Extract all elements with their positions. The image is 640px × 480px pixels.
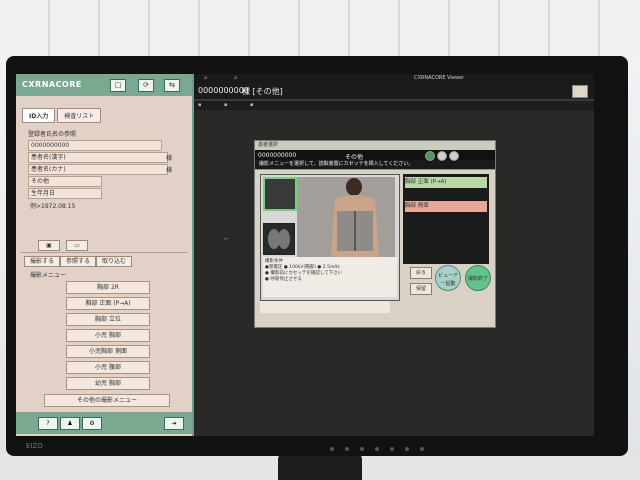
back-button[interactable]: 戻る bbox=[410, 267, 432, 279]
menu-item[interactable]: 胸部 2R bbox=[66, 281, 150, 294]
help-icon[interactable]: ? bbox=[38, 417, 58, 430]
shooting-dialog: 患者選択 0000000000 その他 撮影メニューを選択して、読取装置にカセッ… bbox=[254, 140, 496, 328]
tab-exam-list[interactable]: 検査リスト bbox=[57, 108, 102, 123]
dob-example: 例>1972.08.15 bbox=[30, 203, 76, 210]
settings-icon[interactable]: ⚙ bbox=[82, 417, 102, 430]
monitor-brand: EIZO bbox=[26, 442, 43, 450]
window-blinds bbox=[0, 0, 640, 56]
sama-label-1: 様 bbox=[166, 155, 173, 162]
status-dot-icon bbox=[425, 151, 435, 161]
menu-item[interactable]: 小児胸部 側面 bbox=[66, 345, 150, 358]
left-panel: CXRNACORE □ ⟳ ⇆ ID入力 検査リスト 登録者氏名の参照 0000… bbox=[16, 74, 194, 436]
selected-exams: 胸部 正面 (P→A) 胸部 側面 bbox=[403, 174, 489, 264]
dialog-title: 患者選択 bbox=[255, 141, 495, 150]
refresh-icon[interactable]: ⟳ bbox=[138, 79, 154, 92]
section-label: 登録者氏名の参照 bbox=[28, 131, 77, 138]
menu-item[interactable]: 胸部 立位 bbox=[66, 313, 150, 326]
patient-suffix: 様 [その他] bbox=[242, 87, 283, 96]
toolbar-item[interactable]: ▪ bbox=[224, 102, 227, 108]
status-dot-icon bbox=[437, 151, 447, 161]
exit-icon[interactable]: ⇥ bbox=[164, 417, 184, 430]
monitor-icon[interactable]: □ bbox=[110, 79, 126, 92]
toolbar-item[interactable]: ▪ bbox=[198, 102, 201, 108]
cursor-icon: ⌐ bbox=[224, 236, 230, 243]
status-dot-icon bbox=[449, 151, 459, 161]
dialog-message: 撮影メニューを選択して、読取装置にカセッテを挿入してください。 bbox=[255, 160, 495, 170]
dialog-toolbar bbox=[260, 301, 390, 313]
left-panel-footer: ? ♟ ⚙ ⇥ bbox=[16, 412, 192, 434]
left-tabs: ID入力 検査リスト bbox=[22, 108, 102, 123]
patient-bar: 0000000000 様 [その他] bbox=[194, 83, 594, 101]
top-menu-item[interactable]: ▫ bbox=[234, 75, 237, 81]
tab-import[interactable]: 取り込む bbox=[96, 256, 132, 267]
switch-icon[interactable]: ⇆ bbox=[164, 79, 180, 92]
screen: CXRNACORE □ ⟳ ⇆ ID入力 検査リスト 登録者氏名の参照 0000… bbox=[16, 74, 594, 436]
dob-field[interactable]: 生年月日 bbox=[28, 188, 102, 199]
top-menu-item[interactable]: ▫ bbox=[204, 75, 207, 81]
id-card-button[interactable]: ▣ bbox=[38, 240, 60, 251]
tool-icon[interactable] bbox=[572, 85, 588, 98]
image-pane: 撮影条件 ●管電圧 ● 100kV(胸部) ● 2.5mAs ● 撮影前にカセッ… bbox=[260, 174, 400, 301]
dialog-patient-bar: 0000000000 その他 bbox=[255, 150, 495, 161]
toolbar: ▪ ▪ ▪ bbox=[194, 101, 594, 110]
selected-exam-item[interactable]: 胸部 正面 (P→A) bbox=[405, 177, 487, 188]
selected-exam-item[interactable]: 胸部 側面 bbox=[405, 201, 487, 212]
tab-shoot[interactable]: 撮影する bbox=[24, 256, 60, 267]
other-select[interactable]: その他 bbox=[28, 176, 102, 187]
divider bbox=[20, 252, 188, 253]
hold-button[interactable]: 保留 bbox=[410, 283, 432, 295]
menu-item[interactable]: 幼児 胸部 bbox=[66, 377, 150, 390]
thumbnail-chest-xray[interactable] bbox=[263, 223, 295, 255]
car-button[interactable]: ▭ bbox=[66, 240, 88, 251]
menu-label: 撮影メニュー bbox=[30, 272, 67, 279]
menu-item[interactable]: 小児 胸部 bbox=[66, 329, 150, 342]
finish-button[interactable]: 撮影終了 bbox=[465, 265, 491, 291]
exposure-notes: 撮影条件 ●管電圧 ● 100kV(胸部) ● 2.5mAs ● 撮影前にカセッ… bbox=[263, 257, 397, 297]
menu-item[interactable]: 胸部 正面 (P→A) bbox=[66, 297, 150, 310]
left-panel-header: CXRNACORE □ ⟳ ⇆ bbox=[16, 74, 192, 96]
positioning-photo bbox=[297, 177, 395, 257]
dialog-patient-name: その他 bbox=[345, 154, 364, 161]
monitor-stand bbox=[278, 455, 362, 480]
monitor-buttons[interactable] bbox=[330, 447, 424, 451]
user-icon[interactable]: ♟ bbox=[60, 417, 80, 430]
patient-id-field[interactable]: 0000000000 bbox=[28, 140, 162, 151]
menu-item[interactable]: 小児 腹部 bbox=[66, 361, 150, 374]
dialog-patient-id: 0000000000 bbox=[258, 152, 297, 159]
toolbar-item[interactable]: ▪ bbox=[250, 102, 253, 108]
viewer-launch-button[interactable]: ビューアー起動 bbox=[435, 265, 461, 291]
tab-refer[interactable]: 参照する bbox=[60, 256, 96, 267]
app-title: CXRNACORE Viewer bbox=[414, 75, 465, 81]
top-menu-bar: ▫ ▫ CXRNACORE Viewer bbox=[194, 74, 594, 83]
logo: CXRNACORE bbox=[22, 80, 82, 89]
name-kana-field[interactable]: 患者名(カナ) bbox=[28, 164, 168, 175]
other-menu-button[interactable]: その他の撮影メニュー bbox=[44, 394, 170, 407]
tab-id-input[interactable]: ID入力 bbox=[22, 108, 56, 123]
sama-label-2: 様 bbox=[166, 167, 173, 174]
thumbnail-back-view[interactable] bbox=[263, 177, 297, 211]
name-kanji-field[interactable]: 患者名(漢字) bbox=[28, 152, 168, 163]
